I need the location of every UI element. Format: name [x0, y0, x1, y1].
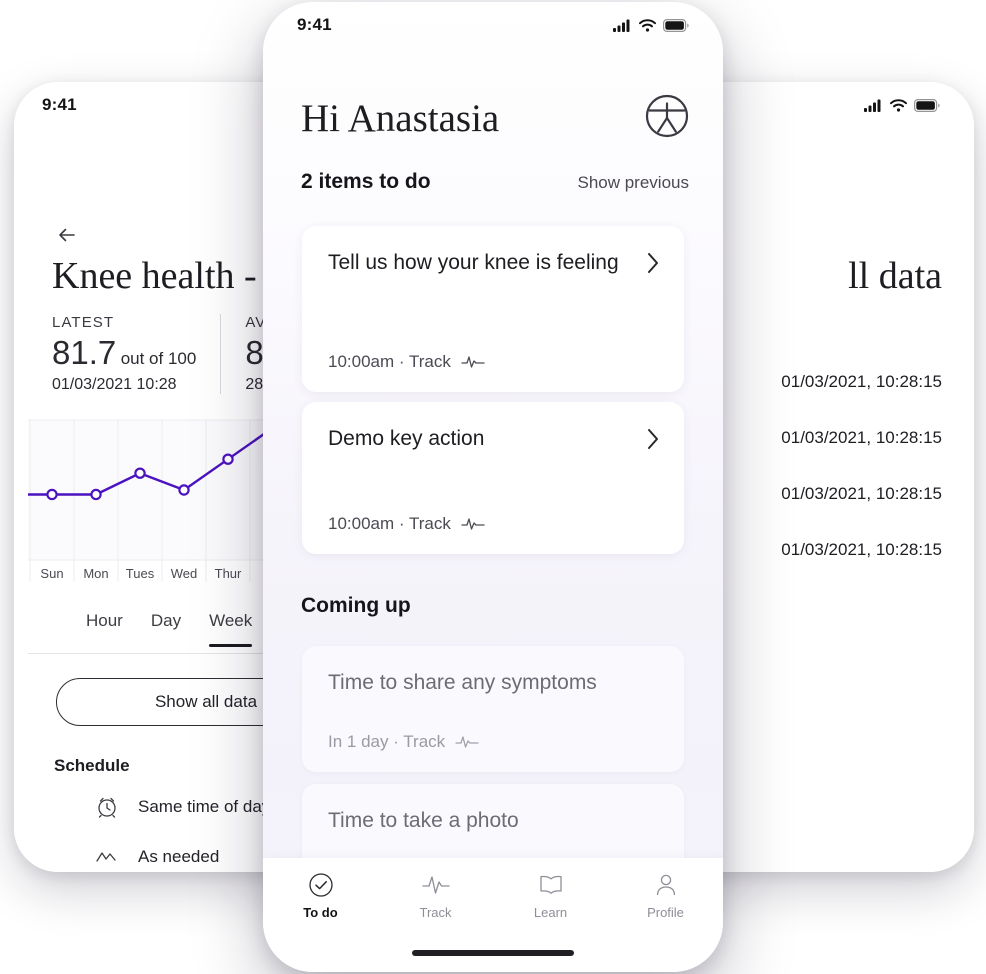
- status-icons: [613, 18, 689, 32]
- tab-day[interactable]: Day: [151, 611, 181, 645]
- svg-text:Sun: Sun: [40, 566, 63, 581]
- tab-track[interactable]: Track: [378, 872, 493, 920]
- schedule-heading: Schedule: [54, 756, 130, 775]
- svg-text:Mon: Mon: [83, 566, 108, 581]
- tab-profile[interactable]: Profile: [608, 872, 723, 920]
- todo-card-title: Demo key action: [328, 427, 485, 450]
- todo-card-meta-text: 10:00am · Track: [328, 352, 451, 371]
- book-icon: [539, 875, 562, 894]
- chevron-right-icon: [646, 252, 660, 279]
- todo-card-meta-text: 10:00am · Track: [328, 514, 451, 533]
- coming-up-card-title: Time to share any symptoms: [328, 671, 597, 694]
- chevron-right-icon: [646, 428, 660, 455]
- brand-person-circle-icon: [645, 94, 689, 138]
- wifi-icon: [890, 98, 907, 112]
- show-previous-button[interactable]: Show previous: [577, 173, 689, 193]
- svg-text:Thur: Thur: [215, 566, 242, 581]
- todo-card-title: Tell us how your knee is feeling: [328, 251, 619, 274]
- coming-up-card[interactable]: Time to share any symptoms In 1 day · Tr…: [302, 646, 684, 772]
- battery-icon: [914, 98, 940, 112]
- schedule-option-label: As needed: [138, 847, 220, 866]
- stat-unit: out of 100: [120, 349, 197, 368]
- todo-section-header: 2 items to do Show previous: [301, 170, 689, 194]
- waveform-icon: [455, 736, 479, 748]
- todo-card-meta: 10:00am · Track: [328, 352, 485, 372]
- coming-up-card-meta-text: In 1 day · Track: [328, 732, 446, 751]
- waveform-icon: [96, 852, 116, 862]
- tab-label: To do: [303, 905, 338, 920]
- schedule-option-same-time[interactable]: Same time of day: [94, 794, 270, 820]
- stat-latest: LATEST 81.7 out of 100 01/03/2021 10:28: [52, 314, 220, 394]
- svg-text:Tues: Tues: [126, 566, 155, 581]
- waveform-icon: [421, 876, 450, 894]
- arrow-left-icon: [59, 228, 75, 242]
- items-count-label: 2 items to do: [301, 170, 431, 193]
- todo-card[interactable]: Demo key action 10:00am · Track: [302, 402, 684, 554]
- svg-text:Wed: Wed: [171, 566, 198, 581]
- tab-hour[interactable]: Hour: [86, 611, 123, 645]
- tab-week[interactable]: Week: [209, 611, 253, 647]
- cellular-signal-icon: [613, 19, 630, 32]
- todo-card[interactable]: Tell us how your knee is feeling 10:00am…: [302, 226, 684, 392]
- greeting-title: Hi Anastasia: [301, 97, 500, 140]
- schedule-option-label: Same time of day: [138, 797, 271, 816]
- person-icon: [656, 874, 675, 896]
- stat-number: 81.7: [52, 334, 117, 371]
- tab-label: Track: [419, 905, 452, 920]
- coming-up-heading: Coming up: [301, 594, 411, 617]
- waveform-icon: [461, 356, 485, 368]
- tab-todo[interactable]: To do: [263, 872, 378, 920]
- stat-value: 81.7 out of 100: [52, 334, 196, 372]
- avatar[interactable]: [645, 94, 689, 143]
- tab-label: Learn: [533, 905, 568, 920]
- back-button[interactable]: [54, 220, 84, 250]
- phone-center: 9:41 Hi Anastasia 2 items to do Show pre…: [263, 2, 723, 972]
- wifi-icon: [639, 18, 656, 32]
- center-status-bar: 9:41: [263, 2, 723, 48]
- home-header: Hi Anastasia: [301, 94, 689, 143]
- schedule-option-as-needed[interactable]: As needed: [94, 844, 219, 870]
- page-title: ll data: [848, 255, 942, 297]
- center-phone-screen: 9:41 Hi Anastasia 2 items to do Show pre…: [263, 2, 723, 972]
- stat-date: 01/03/2021 10:28: [52, 376, 177, 393]
- stat-label: LATEST: [52, 314, 115, 331]
- alarm-clock-icon: [98, 797, 116, 818]
- waveform-icon: [461, 518, 485, 530]
- battery-icon: [663, 18, 689, 32]
- cellular-signal-icon: [864, 99, 881, 112]
- todo-card-meta: 10:00am · Track: [328, 514, 485, 534]
- tab-learn[interactable]: Learn: [493, 872, 608, 920]
- screenshot-stage: 9:41 Knee health - IKD LATEST 81.7 out o…: [0, 0, 986, 974]
- tab-label: Profile: [647, 905, 684, 920]
- home-indicator: [412, 950, 574, 956]
- status-icons: [864, 98, 940, 112]
- coming-up-card-meta: In 1 day · Track: [328, 732, 479, 752]
- coming-up-card-title: Time to take a photo: [328, 809, 519, 832]
- status-time: 9:41: [42, 95, 77, 114]
- status-time: 9:41: [297, 15, 332, 34]
- check-circle-icon: [308, 873, 333, 897]
